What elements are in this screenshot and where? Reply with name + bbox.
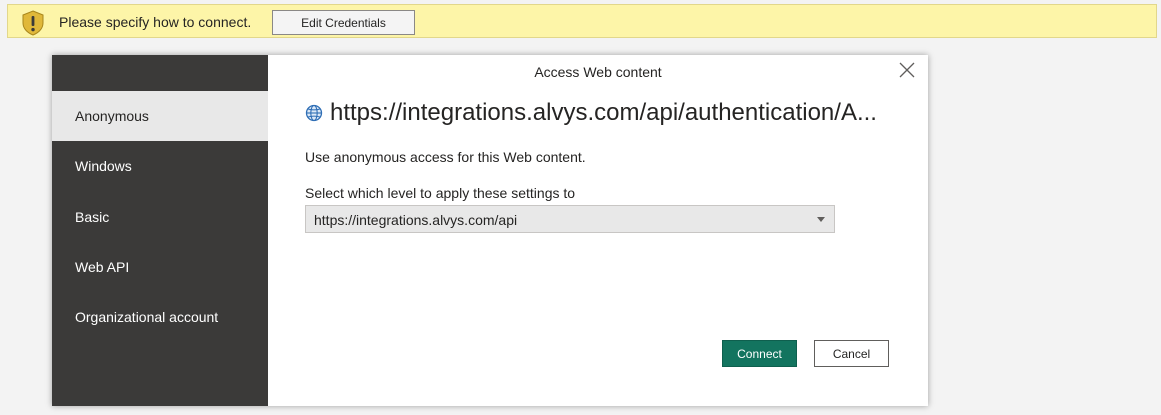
connect-button[interactable]: Connect: [722, 340, 797, 367]
edit-credentials-button[interactable]: Edit Credentials: [272, 10, 415, 35]
chevron-down-icon: [817, 217, 825, 222]
sidebar-item-label: Windows: [75, 158, 132, 174]
level-label: Select which level to apply these settin…: [305, 185, 576, 201]
globe-icon: [305, 104, 323, 122]
sidebar-item-basic[interactable]: Basic: [52, 192, 268, 242]
access-web-content-dialog: Anonymous Windows Basic Web API Organiza…: [52, 55, 928, 406]
level-dropdown-value: https://integrations.alvys.com/api: [314, 212, 518, 228]
sidebar-item-label: Organizational account: [75, 309, 219, 325]
close-icon[interactable]: [898, 61, 916, 79]
cancel-button[interactable]: Cancel: [814, 340, 889, 367]
auth-method-sidebar: Anonymous Windows Basic Web API Organiza…: [52, 55, 268, 406]
url-text: https://integrations.alvys.com/api/authe…: [330, 99, 877, 126]
sidebar-item-label: Basic: [75, 209, 110, 225]
sidebar-item-label: Anonymous: [75, 108, 149, 124]
warning-shield-icon: [22, 10, 44, 36]
dialog-title: Access Web content: [534, 64, 662, 80]
warning-message: Please specify how to connect.: [59, 14, 252, 30]
sidebar-item-label: Web API: [75, 259, 130, 275]
credentials-warning-bar: Please specify how to connect. Edit Cred…: [7, 4, 1157, 38]
sidebar-item-organizational-account[interactable]: Organizational account: [52, 292, 268, 342]
sidebar-item-anonymous[interactable]: Anonymous: [52, 91, 268, 141]
level-dropdown[interactable]: https://integrations.alvys.com/api: [305, 205, 835, 233]
access-description: Use anonymous access for this Web conten…: [305, 149, 586, 165]
sidebar-item-windows[interactable]: Windows: [52, 141, 268, 191]
sidebar-item-web-api[interactable]: Web API: [52, 242, 268, 292]
